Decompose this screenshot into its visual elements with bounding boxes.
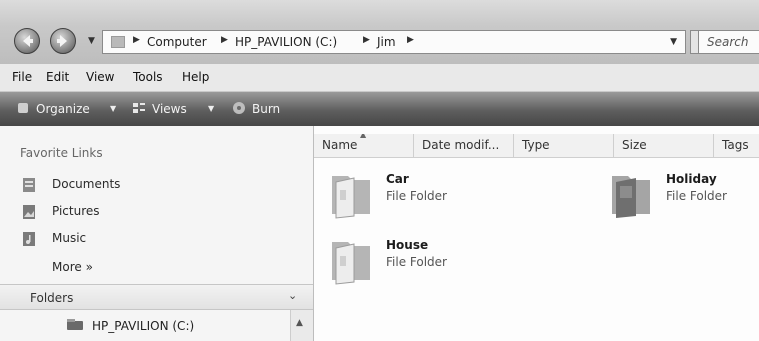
folders-label: Folders (30, 291, 74, 305)
more-link[interactable]: More » (52, 260, 93, 274)
documents-icon (23, 178, 35, 192)
breadcrumb-folder[interactable]: Jim (377, 35, 396, 49)
organize-icon (18, 103, 28, 113)
file-name: Car (386, 172, 409, 186)
favorite-links-header: Favorite Links (20, 146, 103, 160)
column-header-date[interactable]: Date modif... (414, 134, 514, 158)
address-bar-row: ▼ ▶ Computer ▶ HP_PAVILION (C:) ▶ Jim ▶ … (0, 0, 759, 64)
arrow-left-icon (23, 35, 33, 47)
folder-icon (332, 242, 370, 285)
back-button[interactable] (14, 28, 40, 54)
burn-disc-icon (233, 102, 245, 114)
views-button[interactable]: Views (152, 102, 187, 116)
menu-view[interactable]: View (86, 70, 114, 84)
file-name: Holiday (666, 172, 717, 186)
favorite-label: Documents (52, 177, 121, 191)
file-type: File Folder (386, 255, 447, 269)
forward-button[interactable] (50, 28, 76, 54)
music-icon (23, 232, 35, 246)
menu-tools[interactable]: Tools (133, 70, 163, 84)
chevron-right-icon[interactable]: ▶ (133, 35, 140, 45)
column-label: Date modif... (422, 138, 500, 152)
scroll-up-icon[interactable]: ▲ (296, 318, 303, 328)
column-label: Name (322, 138, 358, 152)
favorite-link-documents[interactable]: Documents (0, 172, 314, 198)
pictures-icon (23, 205, 35, 219)
recent-pages-dropdown[interactable]: ▼ (88, 36, 95, 46)
folders-header[interactable]: Folders ⌄ (0, 284, 313, 310)
breadcrumb-drive[interactable]: HP_PAVILION (C:) (235, 35, 337, 49)
column-label: Size (622, 138, 647, 152)
burn-button[interactable]: Burn (252, 102, 280, 116)
file-type: File Folder (666, 189, 727, 203)
file-list: ▲ Name Date modif... Type Size Tags Car (314, 126, 759, 341)
column-headers: ▲ Name Date modif... Type Size Tags (314, 134, 759, 158)
file-type: File Folder (386, 189, 447, 203)
computer-icon (111, 36, 125, 48)
views-icon (133, 103, 145, 113)
breadcrumb-computer[interactable]: Computer (147, 35, 207, 49)
search-box[interactable] (698, 30, 759, 54)
menu-file[interactable]: File (12, 70, 32, 84)
organize-button[interactable]: Organize (36, 102, 90, 116)
arrow-right-icon (57, 35, 67, 47)
menu-bar: File Edit View Tools Help (0, 64, 759, 92)
drive-icon (67, 319, 83, 330)
folder-icon (332, 176, 370, 219)
chevron-down-icon[interactable]: ⌄ (288, 289, 297, 302)
column-header-size[interactable]: Size (614, 134, 714, 158)
chevron-right-icon[interactable]: ▶ (407, 35, 414, 45)
menu-help[interactable]: Help (182, 70, 209, 84)
column-header-tags[interactable]: Tags (714, 134, 759, 158)
address-dropdown-icon[interactable]: ▼ (670, 37, 677, 47)
column-header-type[interactable]: Type (514, 134, 614, 158)
tree-item-label: HP_PAVILION (C:) (92, 319, 195, 333)
views-dropdown-icon[interactable]: ▼ (208, 104, 214, 113)
folder-icon (612, 176, 650, 218)
tree-item-drive[interactable]: HP_PAVILION (C:) (0, 310, 290, 341)
folder-item-holiday[interactable]: Holiday File Folder (606, 168, 756, 228)
favorite-link-pictures[interactable]: Pictures (0, 199, 314, 225)
folders-scrollbar[interactable]: ▲ (290, 310, 313, 341)
folder-item-car[interactable]: Car File Folder (326, 168, 526, 228)
command-toolbar: Organize ▼ Views ▼ Burn (0, 92, 759, 126)
organize-dropdown-icon[interactable]: ▼ (110, 104, 116, 113)
menu-edit[interactable]: Edit (46, 70, 69, 84)
navigation-pane: Favorite Links Documents Pictures Music … (0, 126, 314, 341)
explorer-window: ▼ ▶ Computer ▶ HP_PAVILION (C:) ▶ Jim ▶ … (0, 0, 759, 341)
sort-arrow-icon: ▲ (360, 134, 367, 139)
favorite-label: Pictures (52, 204, 100, 218)
address-field[interactable]: ▶ Computer ▶ HP_PAVILION (C:) ▶ Jim ▶ ▼ (102, 30, 686, 54)
chevron-right-icon[interactable]: ▶ (221, 35, 228, 45)
folder-item-house[interactable]: House File Folder (326, 234, 526, 294)
column-label: Tags (722, 138, 749, 152)
chevron-right-icon[interactable]: ▶ (363, 35, 370, 45)
favorite-link-music[interactable]: Music (0, 226, 314, 252)
favorite-label: Music (52, 231, 87, 245)
column-header-name[interactable]: ▲ Name (314, 134, 414, 158)
search-input[interactable] (699, 31, 759, 53)
file-name: House (386, 238, 429, 252)
column-label: Type (522, 138, 550, 152)
